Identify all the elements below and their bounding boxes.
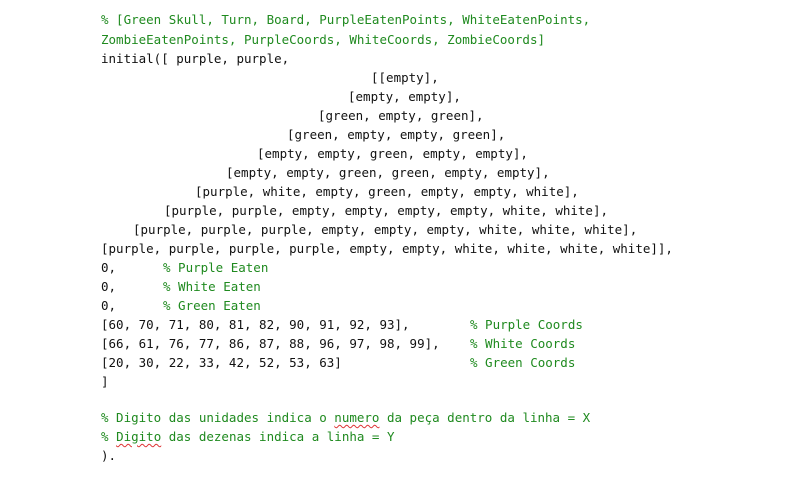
board-row-4: [green, empty, empty, green], bbox=[287, 127, 506, 142]
board-row-10: [purple, purple, purple, purple, empty, … bbox=[101, 241, 673, 256]
closing-bracket: ] bbox=[101, 374, 109, 389]
board-row-1: [[empty], bbox=[371, 70, 439, 85]
white-coords-comment: % White Coords bbox=[470, 336, 576, 351]
spellcheck-word-digito[interactable]: Digito bbox=[116, 429, 161, 444]
header-comment-line-2: ZombieEatenPoints, PurpleCoords, WhiteCo… bbox=[101, 32, 546, 47]
white-eaten-comment: % White Eaten bbox=[163, 279, 261, 294]
footer-comment-1-start: % Digito das unidades indica o bbox=[101, 410, 335, 425]
initial-line: initial([ purple, purple, bbox=[101, 51, 290, 66]
footer-comment-1-end: da peça dentro da linha = X bbox=[379, 410, 591, 425]
board-row-9: [purple, purple, purple, empty, empty, e… bbox=[133, 222, 638, 237]
board-row-6: [empty, empty, green, green, empty, empt… bbox=[226, 165, 550, 180]
footer-comment-2-start: % bbox=[101, 429, 117, 444]
end-line: ). bbox=[101, 448, 117, 463]
board-row-7: [purple, white, empty, green, empty, emp… bbox=[195, 184, 579, 199]
board-row-5: [empty, empty, green, empty, empty], bbox=[257, 146, 528, 161]
board-row-8: [purple, purple, empty, empty, empty, em… bbox=[164, 203, 609, 218]
board-row-2: [empty, empty], bbox=[348, 89, 461, 104]
board-row-3: [green, empty, green], bbox=[318, 108, 484, 123]
purple-coords-comment: % Purple Coords bbox=[470, 317, 583, 332]
green-eaten-comment: % Green Eaten bbox=[163, 298, 261, 313]
purple-eaten-comment: % Purple Eaten bbox=[163, 260, 269, 275]
code-editor[interactable]: % [Green Skull, Turn, Board, PurpleEaten… bbox=[0, 0, 789, 479]
footer-comment-2-end: das dezenas indica a linha = Y bbox=[161, 429, 395, 444]
header-comment-line-1: % [Green Skull, Turn, Board, PurpleEaten… bbox=[101, 12, 591, 27]
spellcheck-word-numero[interactable]: numero bbox=[334, 410, 379, 425]
green-coords-comment: % Green Coords bbox=[470, 355, 576, 370]
footer-comment-line-1: % Digito das unidades indica o numero da… bbox=[101, 409, 789, 427]
footer-comment-line-2: % Digito das dezenas indica a linha = Y bbox=[101, 428, 789, 446]
